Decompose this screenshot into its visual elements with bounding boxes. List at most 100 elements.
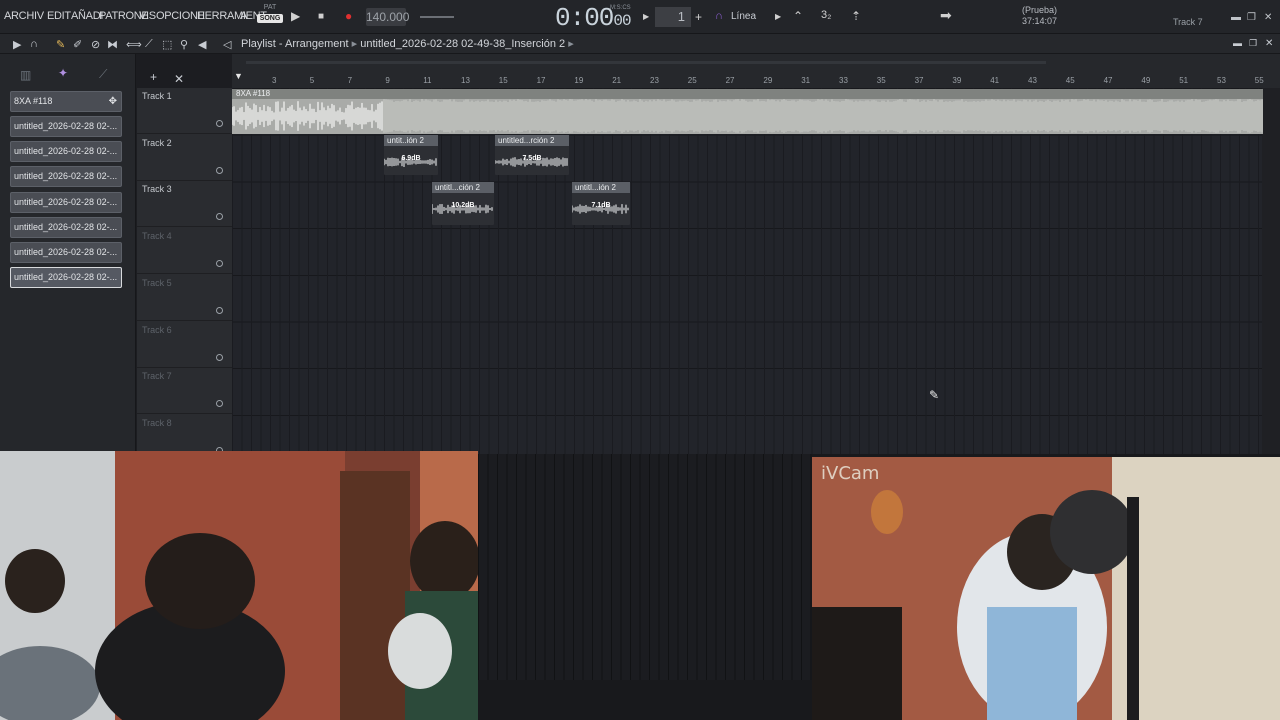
track-mute-icon[interactable] (216, 306, 223, 314)
time-frac: 00 (613, 12, 631, 30)
clip-source-item[interactable]: untitled_2026-02-28 02-... (10, 217, 122, 238)
timeline-scrollbar[interactable] (246, 61, 1046, 64)
arrow-right-icon[interactable]: ➡ (940, 7, 952, 24)
track-mute-icon[interactable] (216, 260, 223, 268)
clip-source-item[interactable]: 8XA #118 ✥ (10, 91, 122, 112)
track-label: Track 7 (142, 371, 172, 382)
playhead-icon[interactable]: ▼ (234, 71, 243, 81)
mute-icon[interactable]: ⧓ (107, 38, 118, 51)
audio-clip[interactable]: untitled...rción 2 7.5dB (495, 135, 569, 175)
magnet-snap-icon[interactable]: ∩ (30, 38, 38, 50)
clip-source-item[interactable]: untitled_2026-02-28 02-... (10, 116, 122, 137)
audio-clip[interactable]: untit..ión 2 6.9dB (384, 135, 438, 175)
ruler-tick: 39 (952, 76, 962, 85)
add-track-icon[interactable]: + (150, 70, 157, 84)
clip-gain: 7.1dB (591, 202, 611, 209)
ruler-tick: 25 (687, 76, 697, 85)
clip-gain: 6.9dB (401, 155, 421, 162)
track-mute-icon[interactable] (216, 213, 223, 221)
slip-icon[interactable]: ⟺ (126, 38, 142, 51)
track-header[interactable]: Track 1 (137, 88, 232, 134)
playlist-grid-lower (478, 454, 812, 680)
clip-header: 8XA #118 (232, 89, 1263, 99)
pat-song-toggle[interactable]: PAT SONG (257, 4, 283, 30)
zoom-icon[interactable]: ⚲ (180, 38, 188, 51)
track-mute-icon[interactable] (216, 353, 223, 361)
pl-close-icon[interactable]: ✕ (1265, 38, 1273, 49)
ruler-tick: 11 (423, 76, 432, 85)
audio-clip-main[interactable]: 8XA #118 (232, 89, 1263, 134)
paint-icon[interactable]: ✐ (73, 38, 82, 51)
pl-maximize-icon[interactable]: ❐ (1249, 38, 1257, 49)
ruler-tick: 55 (1254, 76, 1264, 85)
menu-ayuda[interactable]: A (240, 10, 247, 22)
pencil-icon[interactable]: ✎ (56, 38, 65, 51)
menu-archivo[interactable]: ARCHIV (4, 10, 44, 22)
ruler-tick: 31 (801, 76, 811, 85)
track-header[interactable]: Track 6 (137, 322, 232, 368)
snap-arrow-icon[interactable]: ▶ (775, 12, 781, 21)
tempo-display[interactable]: 140.000 (366, 8, 409, 26)
clip-source-item[interactable]: untitled_2026-02-28 02-... (10, 141, 122, 162)
clip-source-item[interactable]: untitled_2026-02-28 02-... (10, 166, 122, 187)
metronome-icon[interactable]: ⌃ (793, 9, 803, 23)
pattern-prev-icon[interactable]: ▶ (643, 12, 649, 21)
browser-icon[interactable]: ▥ (20, 68, 31, 82)
audio-clip[interactable]: untitl...ión 2 7.1dB (572, 182, 630, 225)
track-mute-icon[interactable] (216, 120, 223, 127)
watermark: iVCam (821, 463, 880, 484)
ruler-tick: 53 (1217, 76, 1226, 85)
timeline-ruler[interactable]: ▼ 3 5 7 9 11 13 15 17 19 21 23 25 27 29 31 33 35 37 39 41 43… (232, 54, 1280, 88)
slice-icon[interactable]: ⟋ (145, 38, 153, 51)
track-header[interactable]: Track 4 (137, 228, 232, 275)
clip-source-item[interactable]: untitled_2026-02-28 02-... (10, 242, 122, 263)
playlist-menu-icon[interactable]: ▶ (13, 38, 21, 51)
audio-icon[interactable]: ✦ (58, 66, 68, 80)
track-mute-icon[interactable] (216, 400, 223, 408)
magnet-icon: ∩ (715, 10, 723, 22)
toolbar: ARCHIV EDIT AÑADI PATRONE VIS OPCIONE HE… (0, 0, 1280, 34)
countdown-icon[interactable]: ⇡ (851, 9, 861, 23)
stop-icon[interactable]: ■ (318, 11, 324, 22)
maximize-icon[interactable]: ❐ (1247, 12, 1256, 23)
wait-icon[interactable]: 3₂ (821, 9, 831, 21)
track-header[interactable]: Track 2 (137, 135, 232, 181)
clip-source-item[interactable]: untitled_2026-02-28 02-... (10, 192, 122, 213)
minimize-icon[interactable]: ▬ (1231, 12, 1241, 23)
track-header[interactable]: Track 3 (137, 181, 232, 228)
automation-icon[interactable]: ⟋ (99, 67, 107, 82)
play-icon[interactable]: ▶ (291, 9, 300, 23)
pattern-selector[interactable]: 1 (655, 7, 691, 27)
speaker-icon[interactable]: ◁ (223, 38, 231, 51)
hint-bar: (Prueba) 37:14:07 (1022, 5, 1057, 27)
playback-icon[interactable]: ◀ (198, 38, 206, 51)
clip-header: untitled...rción 2 (495, 135, 569, 146)
time-main: 0:00 (555, 3, 614, 33)
current-track-label: Track 7 (1173, 17, 1203, 27)
clip-source-item-selected[interactable]: untitled_2026-02-28 02-... (10, 267, 122, 288)
ruler-tick: 5 (309, 76, 315, 85)
drag-icon[interactable]: ✥ (109, 92, 117, 111)
delete-icon[interactable]: ⊘ (91, 38, 100, 51)
close-icon[interactable]: ✕ (1264, 12, 1272, 23)
menu-edit[interactable]: EDIT (47, 10, 71, 22)
breadcrumb-title[interactable]: Playlist - Arrangement (241, 38, 349, 50)
snap-selector[interactable]: Línea (731, 11, 756, 22)
select-icon[interactable]: ⬚ (162, 38, 172, 51)
record-icon[interactable]: ● (345, 9, 352, 23)
add-pattern-icon[interactable]: + (695, 10, 702, 24)
remove-icon[interactable]: ✕ (174, 72, 184, 86)
pl-minimize-icon[interactable]: ▬ (1233, 38, 1242, 48)
menu-vista[interactable]: VIS (139, 10, 156, 22)
track-mute-icon[interactable] (216, 166, 223, 174)
master-volume-slider[interactable] (420, 16, 454, 18)
ruler-tick: 41 (990, 76, 1000, 85)
breadcrumb-file[interactable]: untitled_2026-02-28 02-49-38_Inserción 2 (360, 38, 565, 50)
track-label: Track 6 (142, 324, 172, 335)
vertical-scrollbar[interactable] (1262, 88, 1280, 454)
track-label: Track 1 (142, 91, 172, 101)
song-label: SONG (257, 14, 283, 23)
track-header[interactable]: Track 7 (137, 368, 232, 415)
track-header[interactable]: Track 5 (137, 275, 232, 321)
audio-clip[interactable]: untitl...ción 2 10.2dB (432, 182, 494, 225)
